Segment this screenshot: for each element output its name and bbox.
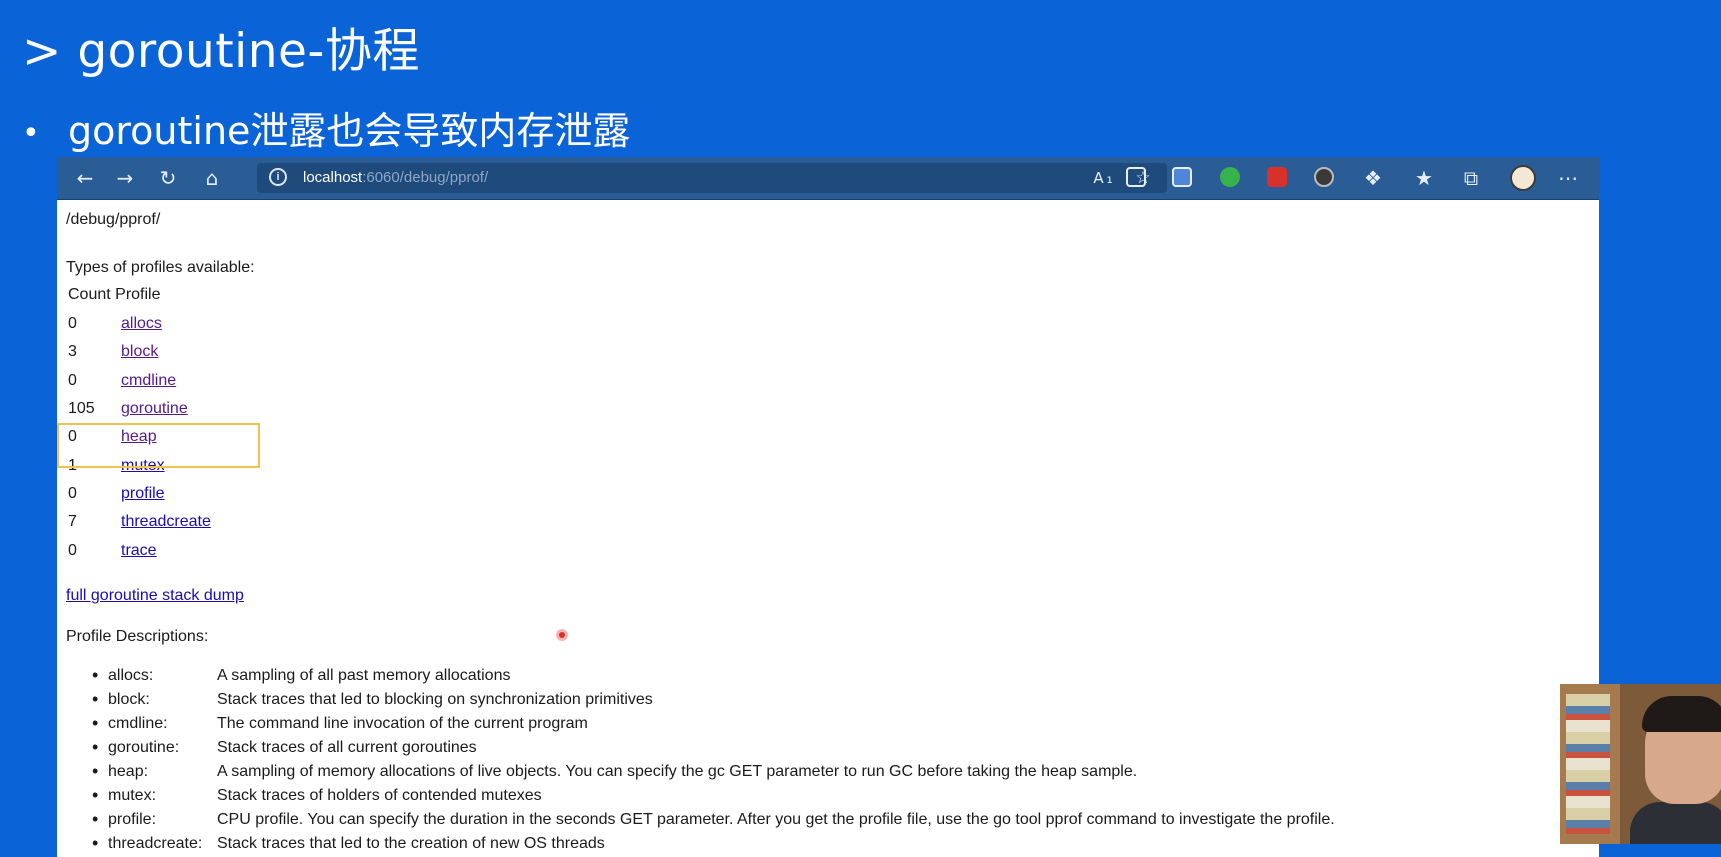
- extension-green-icon[interactable]: [1220, 167, 1240, 187]
- address-bar[interactable]: i localhost:6060/debug/pprof/ A ₁ ☆: [257, 163, 1167, 193]
- bullet-dot: •: [92, 761, 99, 781]
- description-name: profile:: [108, 811, 157, 828]
- bullet-text: goroutine泄露也会导致内存泄露: [68, 109, 631, 153]
- bullet-dot: •: [92, 665, 99, 685]
- description-text: Stack traces that led to the creation of…: [217, 835, 605, 852]
- description-name: mutex:: [108, 787, 157, 804]
- profile-link-allocs[interactable]: allocs: [121, 315, 162, 333]
- bullet-dot: •: [92, 809, 99, 829]
- profile-count: 7: [68, 513, 77, 530]
- description-name: cmdline:: [108, 715, 168, 732]
- page-content: /debug/pprof/ Types of profiles availabl…: [57, 199, 1599, 857]
- full-stack-dump-link[interactable]: full goroutine stack dump: [66, 587, 244, 605]
- bookshelf-image: [1560, 684, 1620, 844]
- site-info-icon[interactable]: i: [269, 168, 287, 186]
- profile-count: 3: [68, 343, 77, 360]
- description-text: Stack traces of all current goroutines: [217, 739, 477, 756]
- highlight-box: [57, 423, 260, 468]
- bullet-dot: •: [22, 116, 40, 151]
- presenter-hair: [1642, 696, 1721, 732]
- types-heading: Types of profiles available:: [66, 259, 255, 276]
- profile-count: 0: [68, 485, 77, 502]
- description-text: A sampling of memory allocations of live…: [217, 763, 1138, 780]
- refresh-icon[interactable]: ↻: [154, 164, 182, 192]
- extension-shield-icon[interactable]: [1172, 167, 1192, 187]
- description-name: block:: [108, 691, 150, 708]
- slide-title: > goroutine-协程: [22, 24, 420, 79]
- favorites-icon[interactable]: ★: [1410, 164, 1438, 192]
- presenter-shirt: [1630, 802, 1721, 844]
- description-text: CPU profile. You can specify the duratio…: [217, 811, 1335, 828]
- url-host: localhost: [303, 169, 363, 186]
- profile-count: 0: [68, 542, 77, 559]
- profile-count: 0: [68, 315, 77, 332]
- webcam-overlay: [1560, 684, 1721, 844]
- profile-avatar[interactable]: [1510, 165, 1536, 191]
- collections-icon[interactable]: ⧉: [1457, 164, 1485, 192]
- reading-list-icon[interactable]: [1126, 167, 1146, 187]
- url-path: :6060/debug/pprof/: [362, 169, 489, 186]
- browser-window: ← → ↻ ⌂ i localhost:6060/debug/pprof/ A …: [57, 157, 1599, 857]
- more-menu-icon[interactable]: ⋯: [1554, 164, 1582, 192]
- page-path: /debug/pprof/: [66, 211, 161, 228]
- bullet-dot: •: [92, 737, 99, 757]
- bullet-dot: •: [92, 713, 99, 733]
- extension-dark-icon[interactable]: [1314, 167, 1334, 187]
- slide-bullet: • goroutine泄露也会导致内存泄露: [22, 100, 630, 155]
- description-text: Stack traces that led to blocking on syn…: [217, 691, 653, 708]
- mouse-cursor: [556, 629, 568, 641]
- profile-link-trace[interactable]: trace: [121, 542, 157, 560]
- descriptions-heading: Profile Descriptions:: [66, 628, 209, 645]
- description-text: A sampling of all past memory allocation…: [217, 667, 511, 684]
- profile-link-profile[interactable]: profile: [121, 485, 165, 503]
- profile-link-goroutine[interactable]: goroutine: [121, 400, 188, 418]
- home-icon[interactable]: ⌂: [198, 164, 226, 192]
- description-name: allocs:: [108, 667, 154, 684]
- bullet-dot: •: [92, 785, 99, 805]
- profile-count: 0: [68, 372, 77, 389]
- description-name: heap:: [108, 763, 149, 780]
- table-header: Count Profile: [68, 286, 161, 303]
- read-aloud-icon[interactable]: A ₁: [1089, 164, 1117, 192]
- description-text: Stack traces of holders of contended mut…: [217, 787, 542, 804]
- description-name: goroutine:: [108, 739, 180, 756]
- bullet-dot: •: [92, 689, 99, 709]
- profile-link-block[interactable]: block: [121, 343, 158, 361]
- forward-arrow-icon[interactable]: →: [111, 164, 139, 192]
- url-text: localhost:6060/debug/pprof/: [303, 169, 488, 186]
- profile-link-threadcreate[interactable]: threadcreate: [121, 513, 211, 531]
- back-arrow-icon[interactable]: ←: [71, 164, 99, 192]
- extensions-puzzle-icon[interactable]: ❖: [1359, 164, 1387, 192]
- description-name: threadcreate:: [108, 835, 203, 852]
- profile-count: 105: [68, 400, 95, 417]
- profile-link-cmdline[interactable]: cmdline: [121, 372, 176, 390]
- extension-red-icon[interactable]: [1267, 167, 1287, 187]
- description-text: The command line invocation of the curre…: [217, 715, 588, 732]
- browser-toolbar: ← → ↻ ⌂ i localhost:6060/debug/pprof/ A …: [57, 157, 1599, 200]
